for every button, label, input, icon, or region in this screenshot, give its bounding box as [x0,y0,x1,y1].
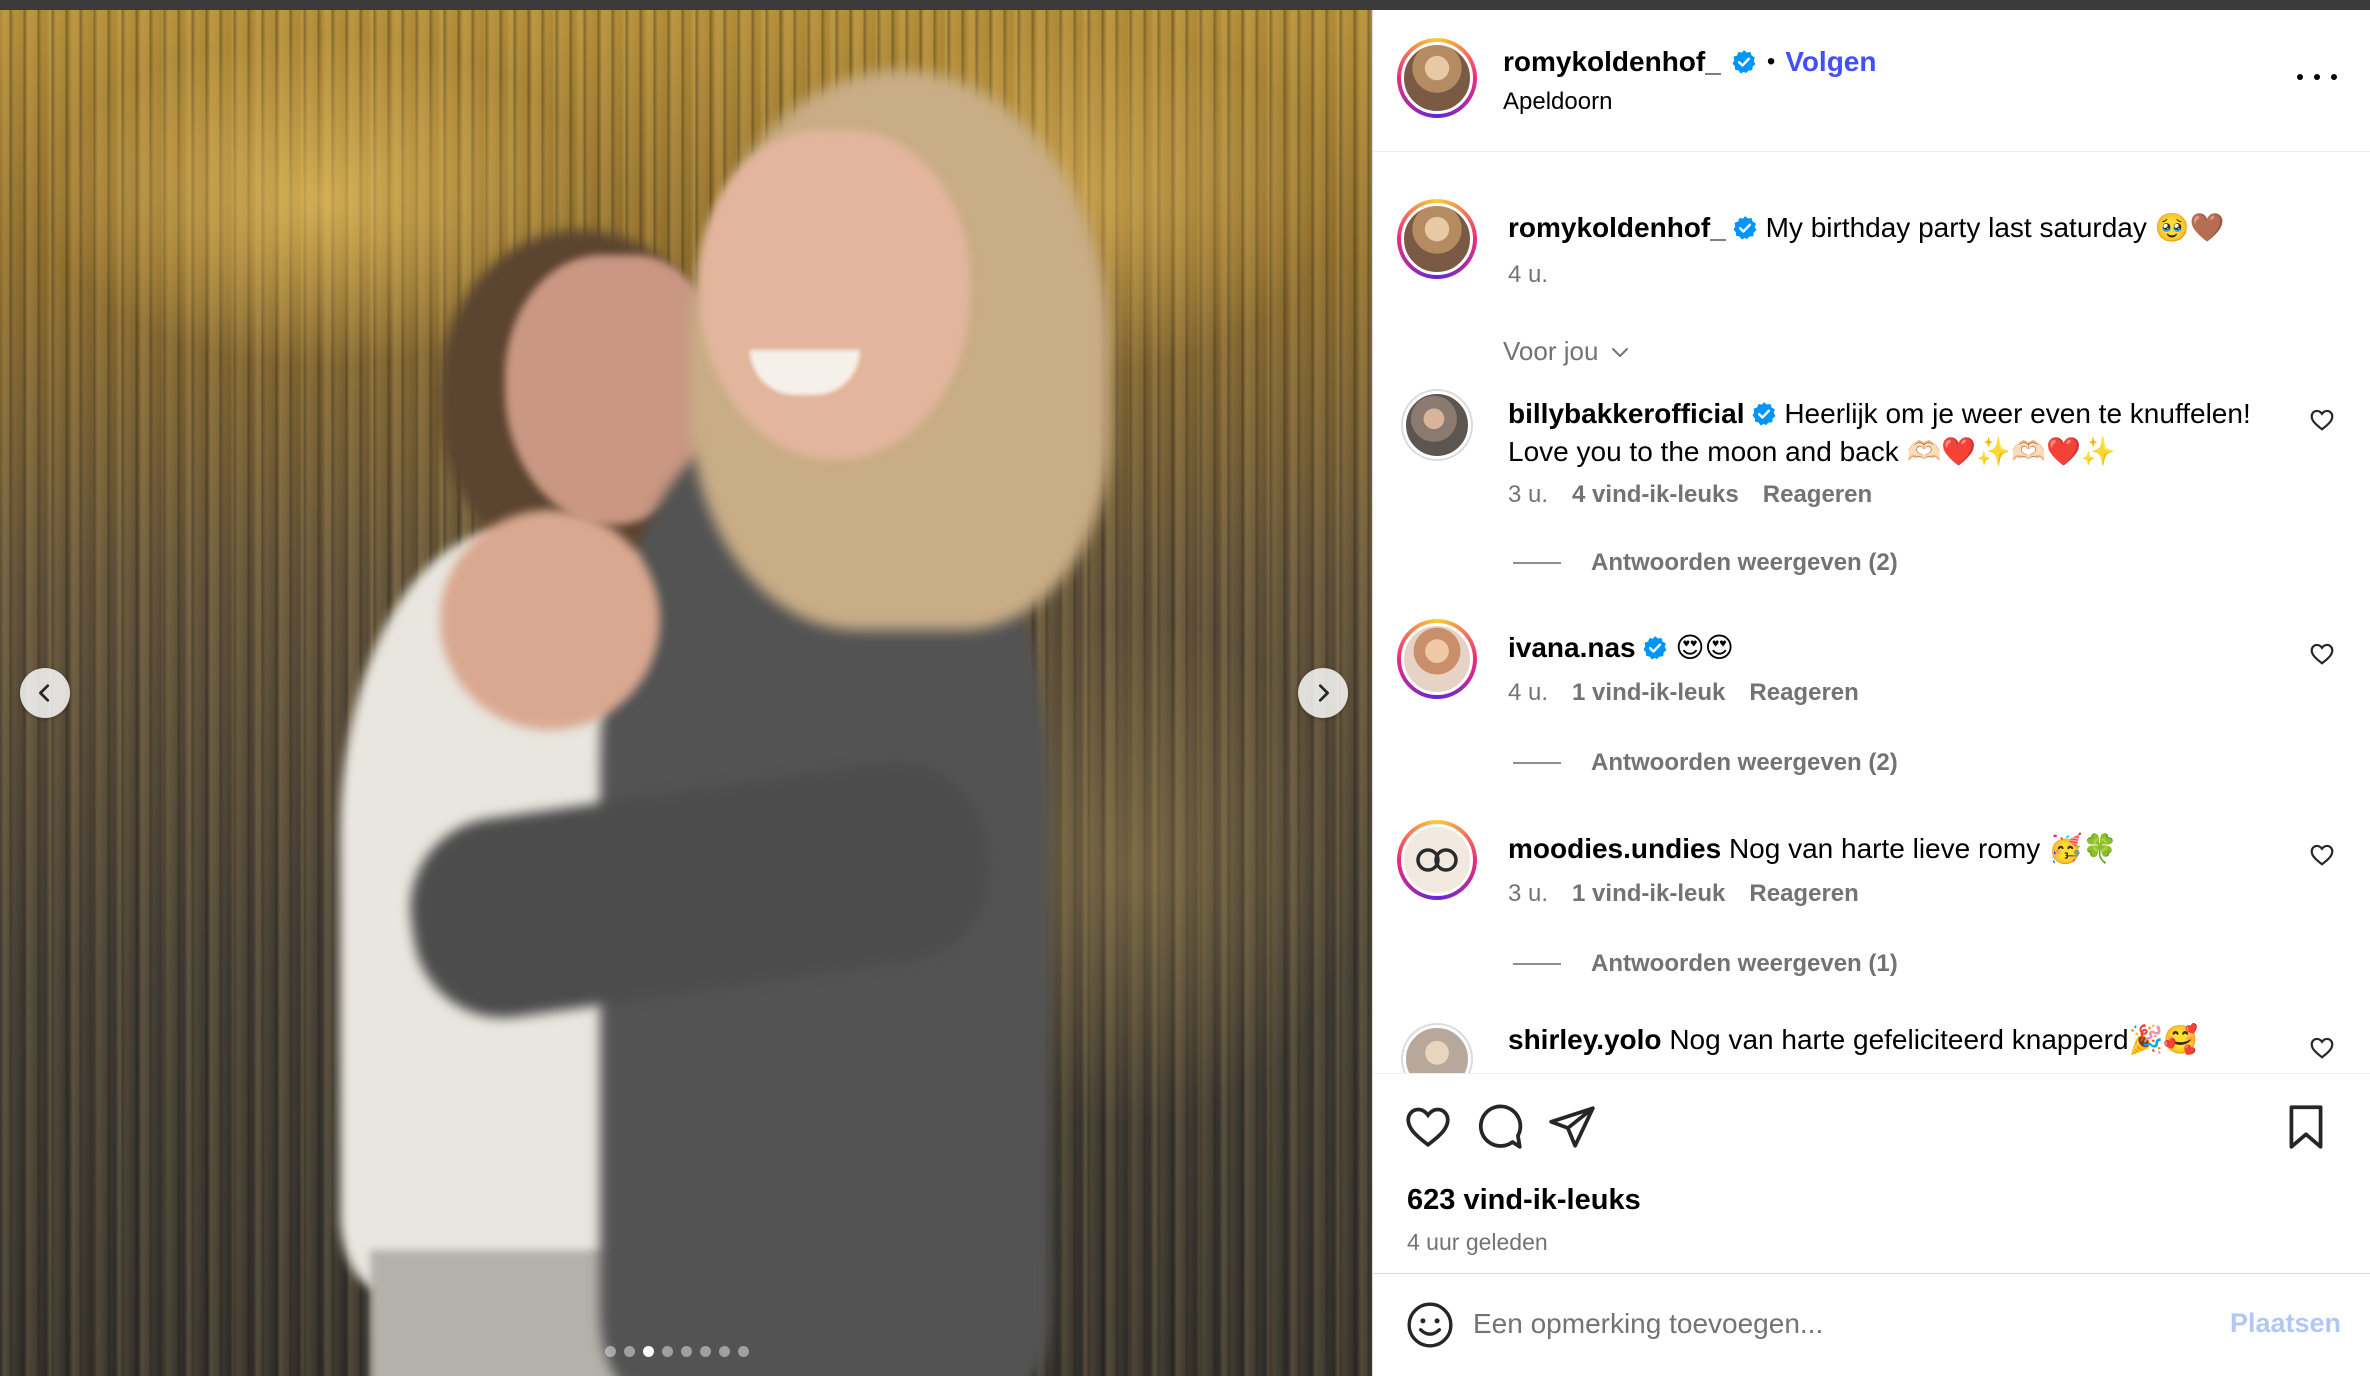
view-replies-label: Antwoorden weergeven (2) [1591,749,1898,776]
comment-text: Nog van harte gefeliciteerd knapperd🎉🥰 [1669,1024,2199,1055]
carousel-dot [662,1346,673,1357]
replies-divider [1513,762,1561,764]
verified-icon [1643,636,1667,660]
header-separator: • [1766,48,1776,75]
chevron-down-icon [1612,347,1629,357]
caption-avatar[interactable] [1397,199,1477,279]
caption-time: 4 u. [1508,261,1549,288]
comment-likes-count[interactable]: 4 vind-ik-leuks [1572,481,1739,509]
comment-composer: Plaatsen [1373,1273,2370,1376]
comment-meta: 3 u. 4 vind-ik-leuks Reageren [1508,481,1872,509]
comment-username[interactable]: ivana.nas [1508,632,1636,663]
post-comment-button[interactable]: Plaatsen [2230,1308,2341,1339]
comment-like-heart-icon[interactable] [2309,641,2335,667]
carousel-next-button[interactable] [1298,668,1348,718]
post-sidebar: romykoldenhof_ • Volgen Apeldoorn romyko… [1372,10,2370,1376]
view-replies-label: Antwoorden weergeven (1) [1591,950,1898,977]
post-timestamp[interactable]: 4 uur geleden [1407,1229,1548,1256]
carousel-dot [624,1346,635,1357]
comment-username[interactable]: shirley.yolo [1508,1024,1662,1055]
more-icon [2297,74,2303,80]
comment-text-block: billybakkerofficial Heerlijk om je weer … [1508,395,2288,471]
more-icon [2331,74,2337,80]
chevron-left-icon [39,684,50,702]
comment-like-heart-icon[interactable] [2309,407,2335,433]
comment-avatar[interactable] [1401,389,1473,461]
comments-section: romykoldenhof_ My birthday party last sa… [1373,153,2370,1073]
carousel-dot [681,1346,692,1357]
comment-text: Nog van harte lieve romy 🥳🍀 [1728,833,2118,864]
action-bar: 623 vind-ik-leuks 4 uur geleden [1373,1073,2370,1273]
post-photo [0,10,1372,1376]
comment-text-block: shirley.yolo Nog van harte gefeliciteerd… [1508,1021,2288,1059]
share-icon[interactable] [1547,1102,1597,1152]
post-likes-count[interactable]: 623 vind-ik-leuks [1407,1184,1641,1217]
author-username[interactable]: romykoldenhof_ [1503,46,1721,78]
carousel-indicator [605,1346,749,1357]
replies-divider [1513,963,1561,965]
comment-sort-dropdown[interactable]: Voor jou [1503,336,1632,367]
top-strip [0,0,2370,10]
caption-text-block: romykoldenhof_ My birthday party last sa… [1508,209,2288,247]
carousel-dot [719,1346,730,1357]
post-header: romykoldenhof_ • Volgen Apeldoorn [1373,10,2370,152]
comment-likes-count[interactable]: 1 vind-ik-leuk [1572,880,1725,908]
author-avatar[interactable] [1397,38,1477,118]
carousel-prev-button[interactable] [20,668,70,718]
chevron-right-icon [1318,684,1329,702]
more-options-button[interactable] [2297,62,2337,92]
comment-time: 3 u. [1508,481,1549,508]
comment-meta: 4 u. 1 vind-ik-leuk Reageren [1508,679,1859,707]
view-replies-button[interactable]: Antwoorden weergeven (2) [1513,749,1898,777]
comment-time: 3 u. [1508,880,1549,907]
follow-button[interactable]: Volgen [1785,46,1876,78]
view-replies-button[interactable]: Antwoorden weergeven (2) [1513,549,1898,577]
comment-text: 😍😍 [1675,632,1734,663]
caption-username[interactable]: romykoldenhof_ [1508,212,1726,243]
verified-icon [1733,216,1757,240]
like-heart-icon[interactable] [1403,1102,1453,1152]
comment-sort-label: Voor jou [1503,336,1599,366]
verified-icon [1732,50,1756,74]
carousel-dot [643,1346,654,1357]
comment-avatar[interactable] [1401,1023,1473,1073]
person-right-face [700,130,970,460]
comment-icon[interactable] [1475,1102,1525,1152]
view-replies-button[interactable]: Antwoorden weergeven (1) [1513,950,1898,978]
post-location[interactable]: Apeldoorn [1503,88,1612,116]
verified-icon [1752,402,1776,426]
caption-meta: 4 u. [1508,261,1548,289]
comment-avatar[interactable] [1397,820,1477,900]
comment-reply-button[interactable]: Reageren [1749,880,1858,908]
comment-text-block: moodies.undies Nog van harte lieve romy … [1508,830,2288,868]
view-replies-label: Antwoorden weergeven (2) [1591,549,1898,576]
comment-input[interactable] [1473,1296,2173,1352]
comment-like-heart-icon[interactable] [2309,1035,2335,1061]
comment-likes-count[interactable]: 1 vind-ik-leuk [1572,679,1725,707]
comment-text-block: ivana.nas 😍😍 [1508,629,2288,667]
bookmark-icon[interactable] [2281,1102,2331,1152]
comment-username[interactable]: billybakkerofficial [1508,398,1745,429]
carousel-dot [700,1346,711,1357]
smiley-icon[interactable] [1405,1300,1455,1350]
comment-like-heart-icon[interactable] [2309,842,2335,868]
comment-reply-button[interactable]: Reageren [1763,481,1872,509]
brand-logo-icon [1416,848,1458,872]
caption-text: My birthday party last saturday 🥹🤎 [1765,212,2225,243]
more-icon [2314,74,2320,80]
person-left-arm [440,510,660,730]
comment-reply-button[interactable]: Reageren [1749,679,1858,707]
comment-time: 4 u. [1508,679,1549,706]
replies-divider [1513,562,1561,564]
comment-avatar[interactable] [1397,619,1477,699]
carousel-dot [738,1346,749,1357]
comment-username[interactable]: moodies.undies [1508,833,1721,864]
comment-meta: 3 u. 1 vind-ik-leuk Reageren [1508,880,1859,908]
carousel-dot [605,1346,616,1357]
